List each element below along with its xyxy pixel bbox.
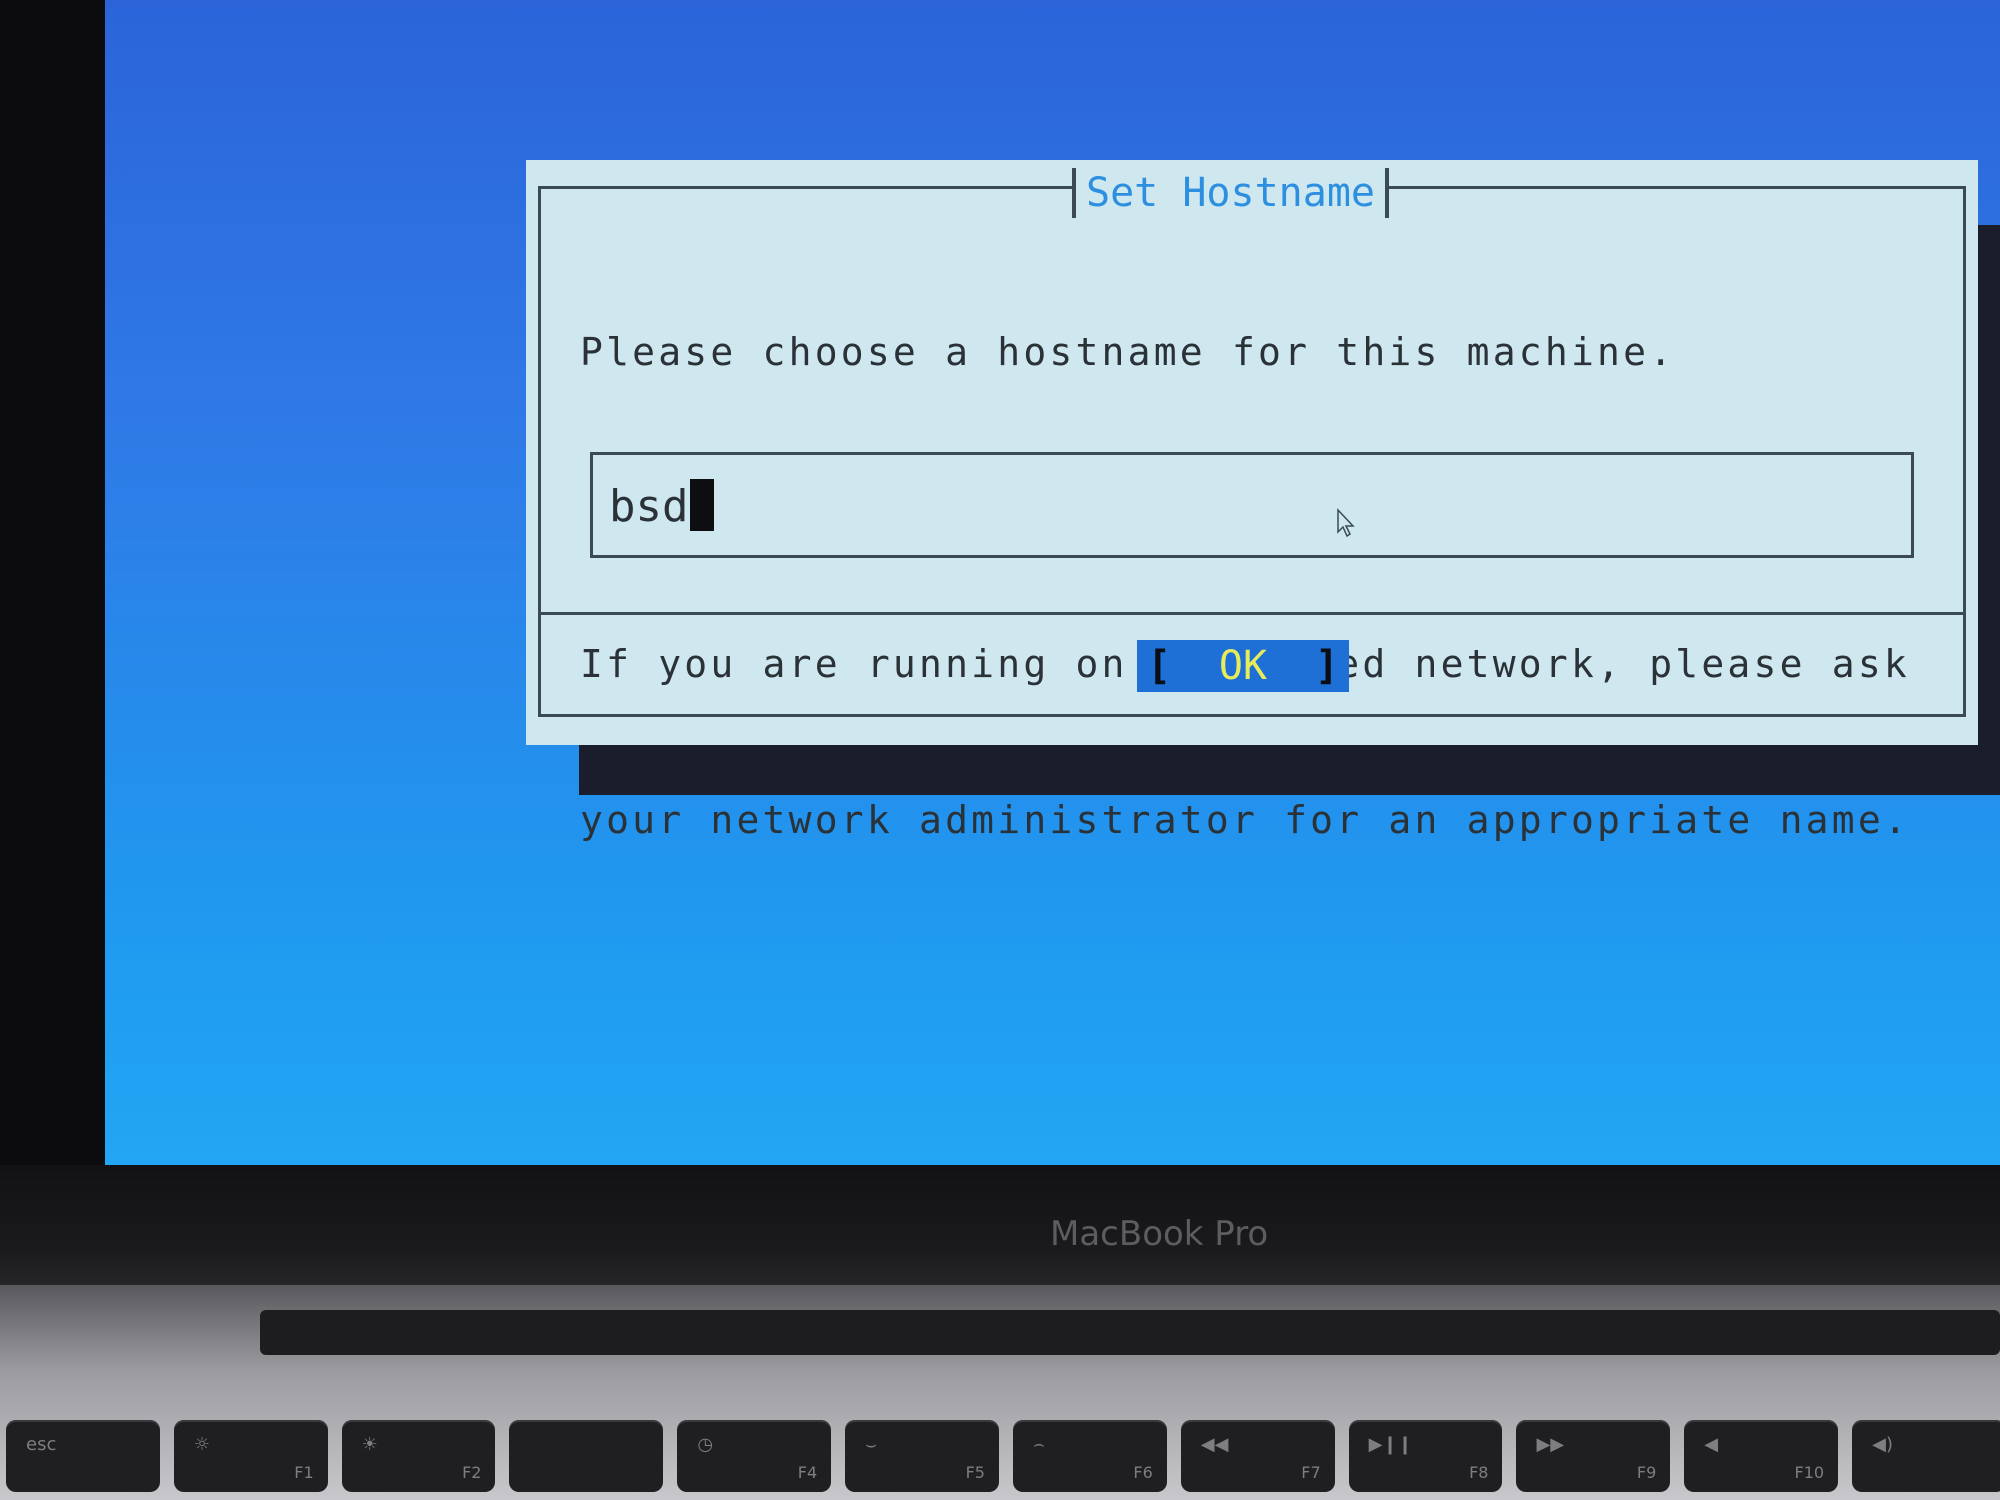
function-key-row: esc ☼ F1 ☀ F2 ◷ F4 ⌣ F5 ⌢ F6 ◀◀ F7 ▶❙❙ F8 ▶▶ F9 … [0,1420,2000,1500]
mouse-pointer-icon [1337,508,1355,538]
rewind-icon: ◀◀ [1200,1434,1229,1455]
key-f8[interactable]: ▶❙❙ F8 [1348,1420,1503,1492]
message-line-1: Please choose a hostname for this machin… [580,330,1676,374]
laptop-hinge [260,1310,2000,1355]
key-f7[interactable]: ◀◀ F7 [1180,1420,1335,1492]
key-fn-label: F6 [1133,1463,1153,1482]
key-f3[interactable] [509,1420,664,1492]
text-cursor [690,479,715,531]
play-pause-icon: ▶❙❙ [1368,1434,1413,1455]
key-f2[interactable]: ☀ F2 [341,1420,496,1492]
mute-icon: ◀ [1704,1434,1719,1455]
dialog-title: Set Hostname [1072,168,1389,218]
key-fn-label: F4 [797,1463,818,1482]
key-f5[interactable]: ⌣ F5 [845,1420,999,1492]
ok-bracket-left: [ [1147,643,1172,689]
key-f11[interactable]: ◀) [1852,1420,2000,1492]
key-fn-label: F5 [965,1463,985,1482]
ok-bracket-right: ] [1314,643,1339,689]
key-fn-label: F2 [462,1463,482,1482]
key-f9[interactable]: ▶▶ F9 [1516,1420,1671,1492]
dialog-message: Please choose a hostname for this machin… [580,222,1960,950]
key-fn-label: F9 [1636,1463,1657,1482]
key-fn-label: F10 [1794,1463,1825,1482]
dashboard-icon: ◷ [697,1434,714,1455]
brightness-up-icon: ☀ [361,1434,378,1455]
brand-label: MacBook Pro [1050,1214,1269,1254]
key-f6[interactable]: ⌢ F6 [1012,1420,1167,1492]
set-hostname-dialog: Set Hostname Please choose a hostname fo… [526,160,1978,842]
volume-down-icon: ◀) [1872,1434,1893,1455]
brightness-down-icon: ☼ [193,1434,210,1455]
laptop-bezel [0,1165,2000,1285]
key-f10[interactable]: ◀ F10 [1684,1420,1839,1492]
fast-forward-icon: ▶▶ [1536,1434,1565,1455]
installer-screen: Set Hostname Please choose a hostname fo… [105,0,2000,1165]
key-f1[interactable]: ☼ F1 [173,1420,328,1492]
ok-label: OK [1218,643,1268,689]
key-label: esc [26,1434,57,1455]
message-line-3: your network administrator for an approp… [580,798,1910,842]
key-f4[interactable]: ◷ F4 [677,1420,832,1492]
button-divider [538,612,1966,615]
key-fn-label: F7 [1301,1463,1321,1482]
keyboard-light-down-icon: ⌣ [865,1434,877,1455]
ok-button[interactable]: [ OK ] [1137,640,1349,692]
key-fn-label: F1 [294,1463,314,1482]
hostname-text: bsd [609,481,689,532]
key-fn-label: F8 [1469,1463,1489,1482]
key-esc[interactable]: esc [6,1420,160,1492]
hostname-input[interactable]: bsd [590,452,1914,558]
keyboard-light-up-icon: ⌢ [1032,1434,1045,1455]
hostname-input-value[interactable]: bsd [609,479,715,535]
